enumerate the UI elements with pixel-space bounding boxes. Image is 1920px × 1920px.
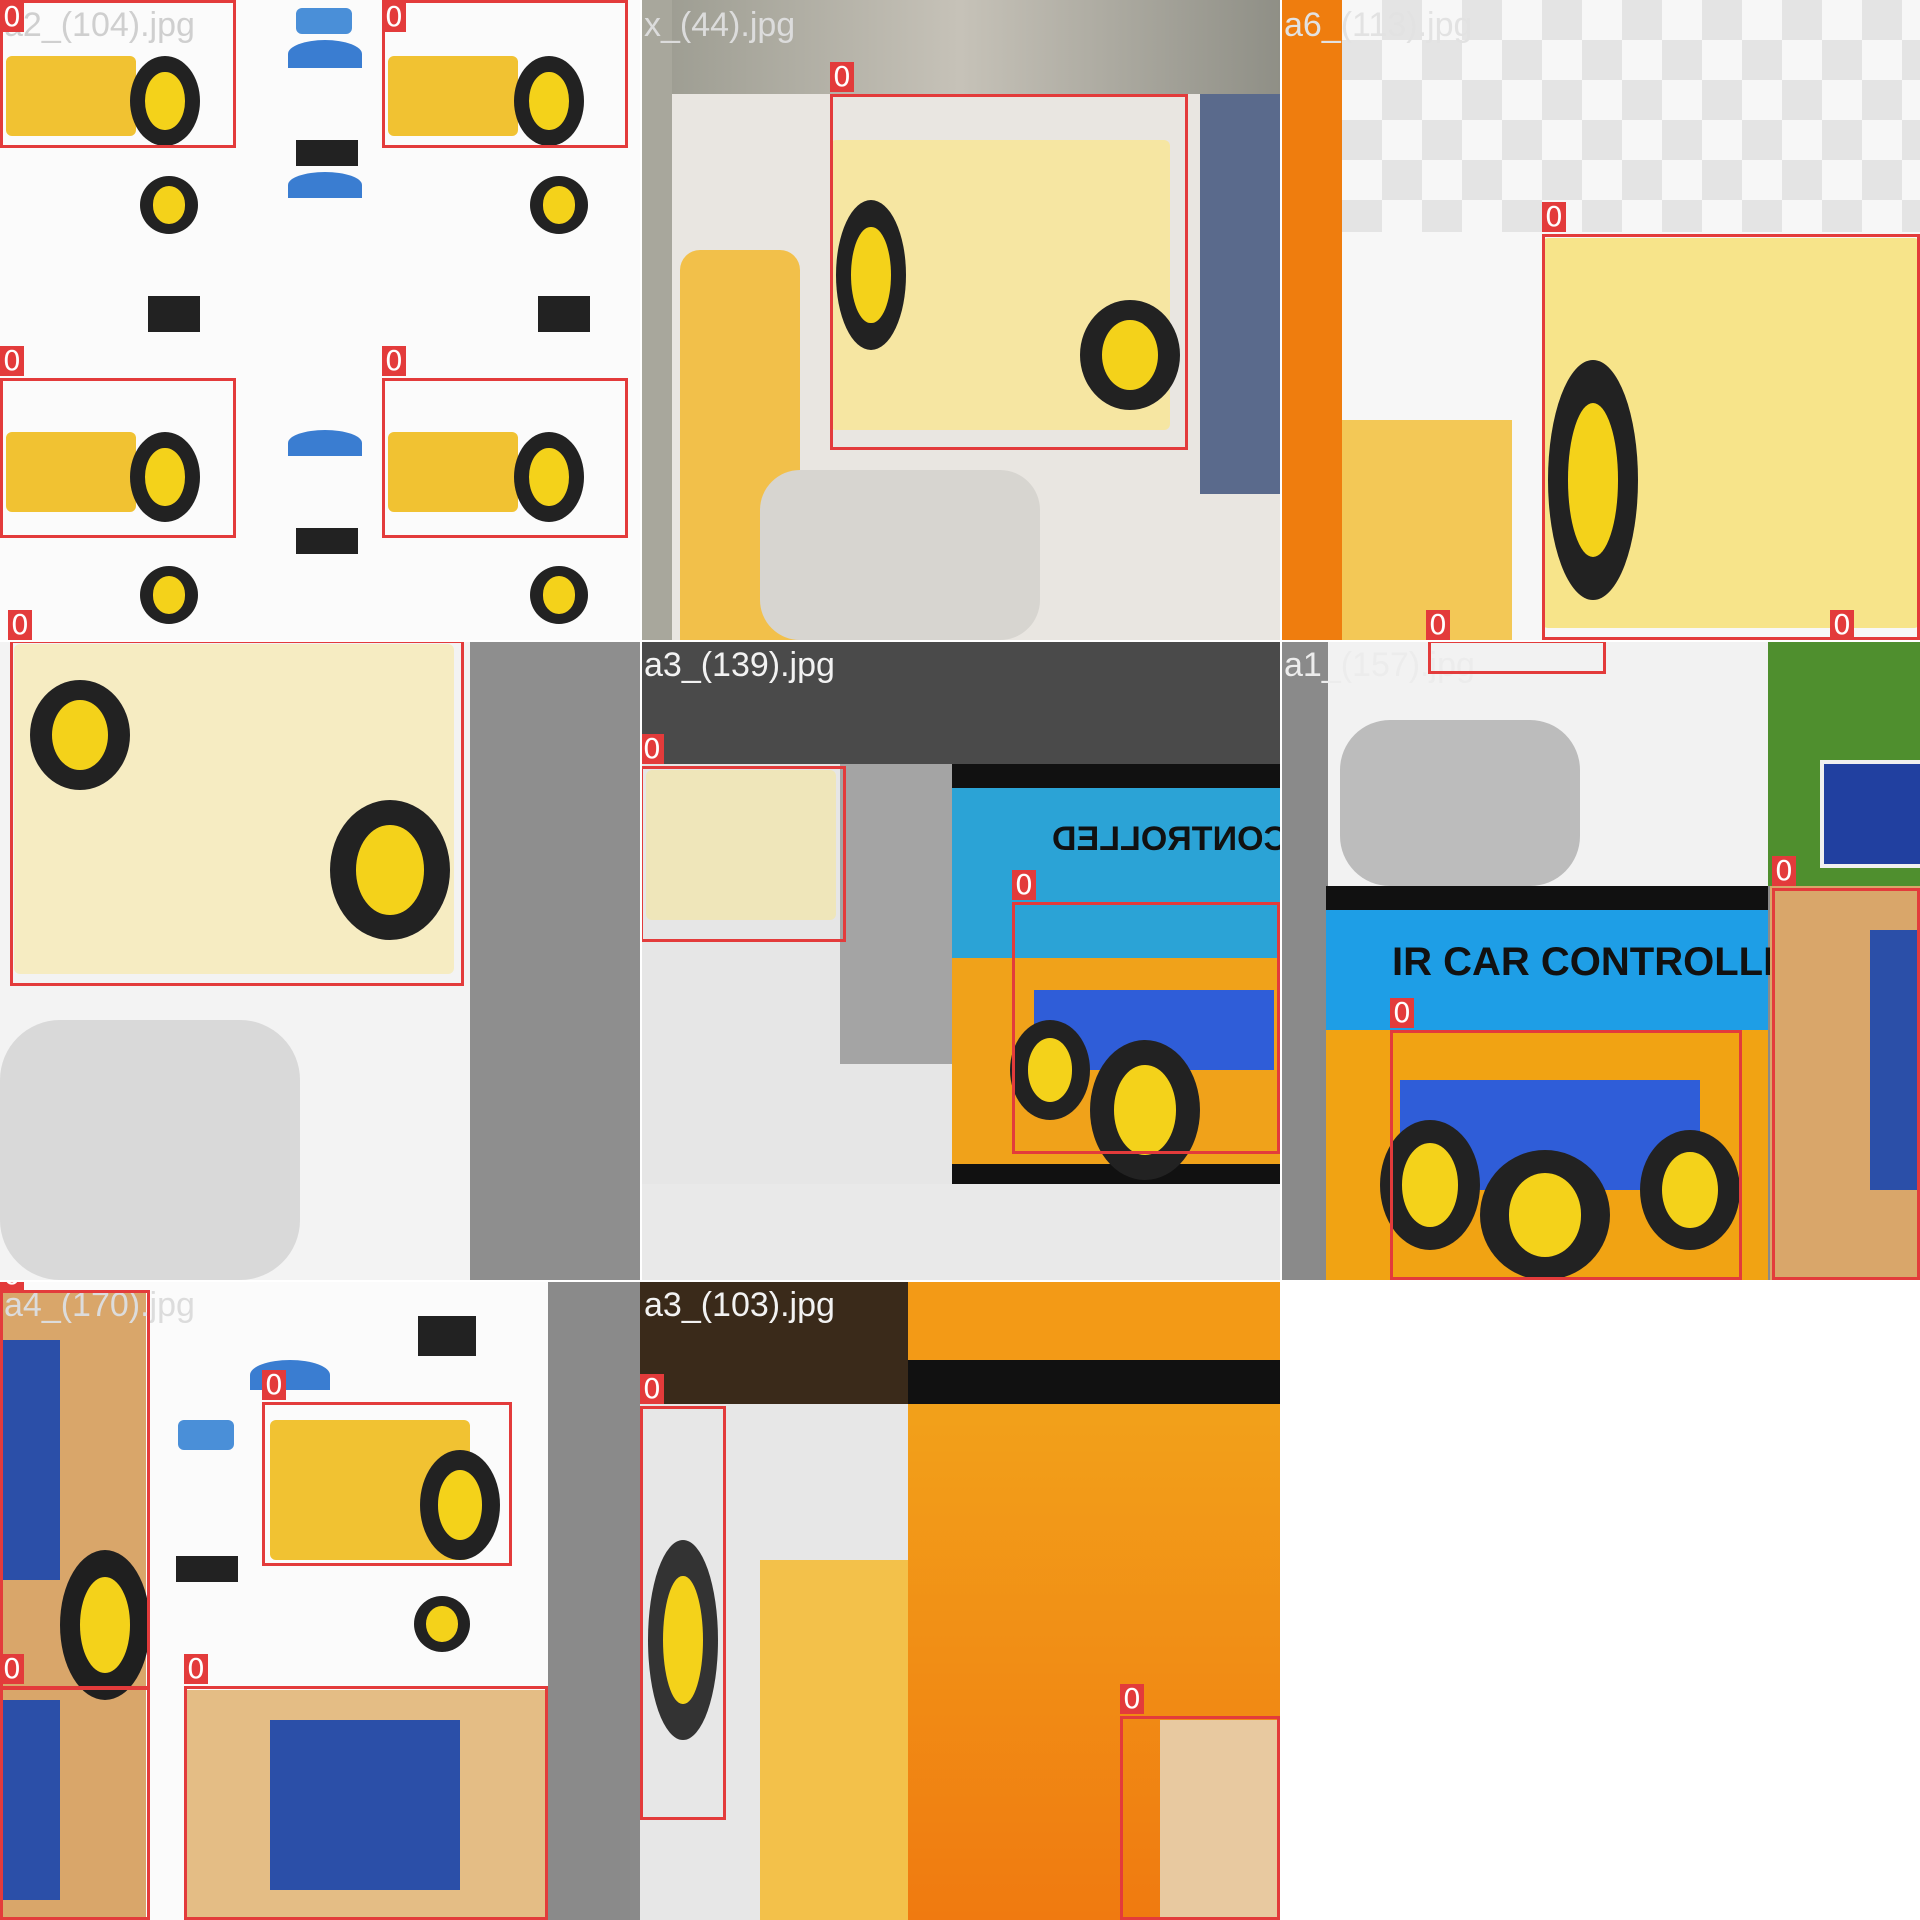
bounding-box (0, 378, 236, 538)
class-label: 0 (640, 1374, 664, 1404)
banner-text: CAR CONTROLLED (1052, 820, 1280, 858)
tile-filename: a6_(113).jpg (1284, 6, 1473, 44)
play-mat (1340, 720, 1580, 886)
battery-thumb (148, 296, 200, 332)
tile-filename: a3_(139).jpg (644, 646, 835, 684)
class-label: 0 (262, 1370, 286, 1400)
wheel-thumb (140, 176, 198, 234)
mosaic-tile-5: CAR CONTROLLED a3_(139).jpg 0 0 (640, 640, 1280, 1280)
wheel-thumb (414, 1596, 470, 1652)
component-thumb (288, 172, 362, 198)
tile-filename: x_(44).jpg (644, 6, 796, 44)
bounding-box (640, 766, 846, 942)
class-label: 0 (640, 734, 664, 764)
wheel-thumb (530, 176, 588, 234)
mosaic-tile-2: x_(44).jpg 0 (640, 0, 1280, 640)
class-label: 0 (184, 1654, 208, 1684)
wheel-thumb (530, 566, 588, 624)
mosaic-tile-4: 0 (0, 640, 640, 1280)
bounding-box (1428, 640, 1606, 674)
mosaic-tile-1: a2_(104).jpg 0 0 0 0 0 (0, 0, 640, 640)
bottom-strip (640, 1184, 1280, 1280)
banner-text: IR CAR CONTROLLED (1392, 940, 1819, 984)
bounding-box (830, 94, 1188, 450)
mosaic-tile-3: a6_(113).jpg 0 0 0 (1280, 0, 1920, 640)
component-thumb (288, 430, 362, 456)
bounding-box (382, 378, 628, 538)
bounding-box (1120, 1716, 1280, 1920)
bounding-box (184, 1686, 548, 1920)
bounding-box (0, 0, 236, 148)
component-thumb (288, 40, 362, 68)
class-label: 0 (0, 2, 24, 32)
noise-strip (640, 0, 672, 640)
led-matrix-thumb (176, 1556, 238, 1582)
tile-divider (0, 640, 1920, 642)
orange-strip (1280, 0, 1342, 640)
play-mat (0, 1020, 300, 1280)
bounding-box (10, 640, 464, 986)
bounding-box (1772, 888, 1920, 1280)
bounding-box (1012, 902, 1280, 1154)
led-matrix-thumb (296, 528, 358, 554)
bounding-box (0, 1290, 150, 1690)
class-label: 0 (1772, 856, 1796, 886)
cat-figure (1342, 420, 1512, 640)
bounding-box (382, 0, 628, 148)
sleeve (840, 764, 954, 1064)
bounding-box (1390, 1030, 1742, 1280)
class-label: 0 (1120, 1684, 1144, 1714)
mosaic-tile-7: a4_(170).jpg 0 0 0 0 (0, 1280, 640, 1920)
wheel-thumb (140, 566, 198, 624)
sensor-thumb (296, 8, 352, 34)
sleeve (470, 640, 640, 1280)
dark-band (908, 1360, 1280, 1404)
tile-filename: a3_(103).jpg (644, 1286, 835, 1324)
cat-figure (760, 1560, 910, 1920)
class-label: 0 (1830, 610, 1854, 640)
class-label: 0 (382, 2, 406, 32)
battery-thumb (418, 1316, 476, 1356)
bounding-box (640, 1406, 726, 1820)
phone-screen (1820, 760, 1920, 868)
class-label: 0 (830, 62, 854, 92)
class-label: 0 (1012, 870, 1036, 900)
class-label: 0 (8, 610, 32, 640)
class-label: 0 (0, 1654, 24, 1684)
play-mat (760, 470, 1040, 640)
bounding-box (262, 1402, 512, 1566)
class-label: 0 (0, 346, 24, 376)
sleeve (1200, 94, 1280, 494)
class-label: 0 (1542, 202, 1566, 232)
mosaic-tile-6: IR CAR CONTROLLED a1_(157).jpg 0 0 0 (1280, 640, 1920, 1280)
bounding-box (1542, 234, 1920, 640)
sensor-thumb (178, 1420, 234, 1450)
class-label: 0 (1426, 610, 1450, 640)
class-label: 0 (382, 346, 406, 376)
tile-divider (0, 1280, 1280, 1282)
class-label: 0 (1390, 998, 1414, 1028)
bounding-box (0, 1686, 150, 1920)
led-matrix-thumb (296, 140, 358, 166)
battery-thumb (538, 296, 590, 332)
mosaic-tile-8: a3_(103).jpg 0 0 (640, 1280, 1280, 1920)
